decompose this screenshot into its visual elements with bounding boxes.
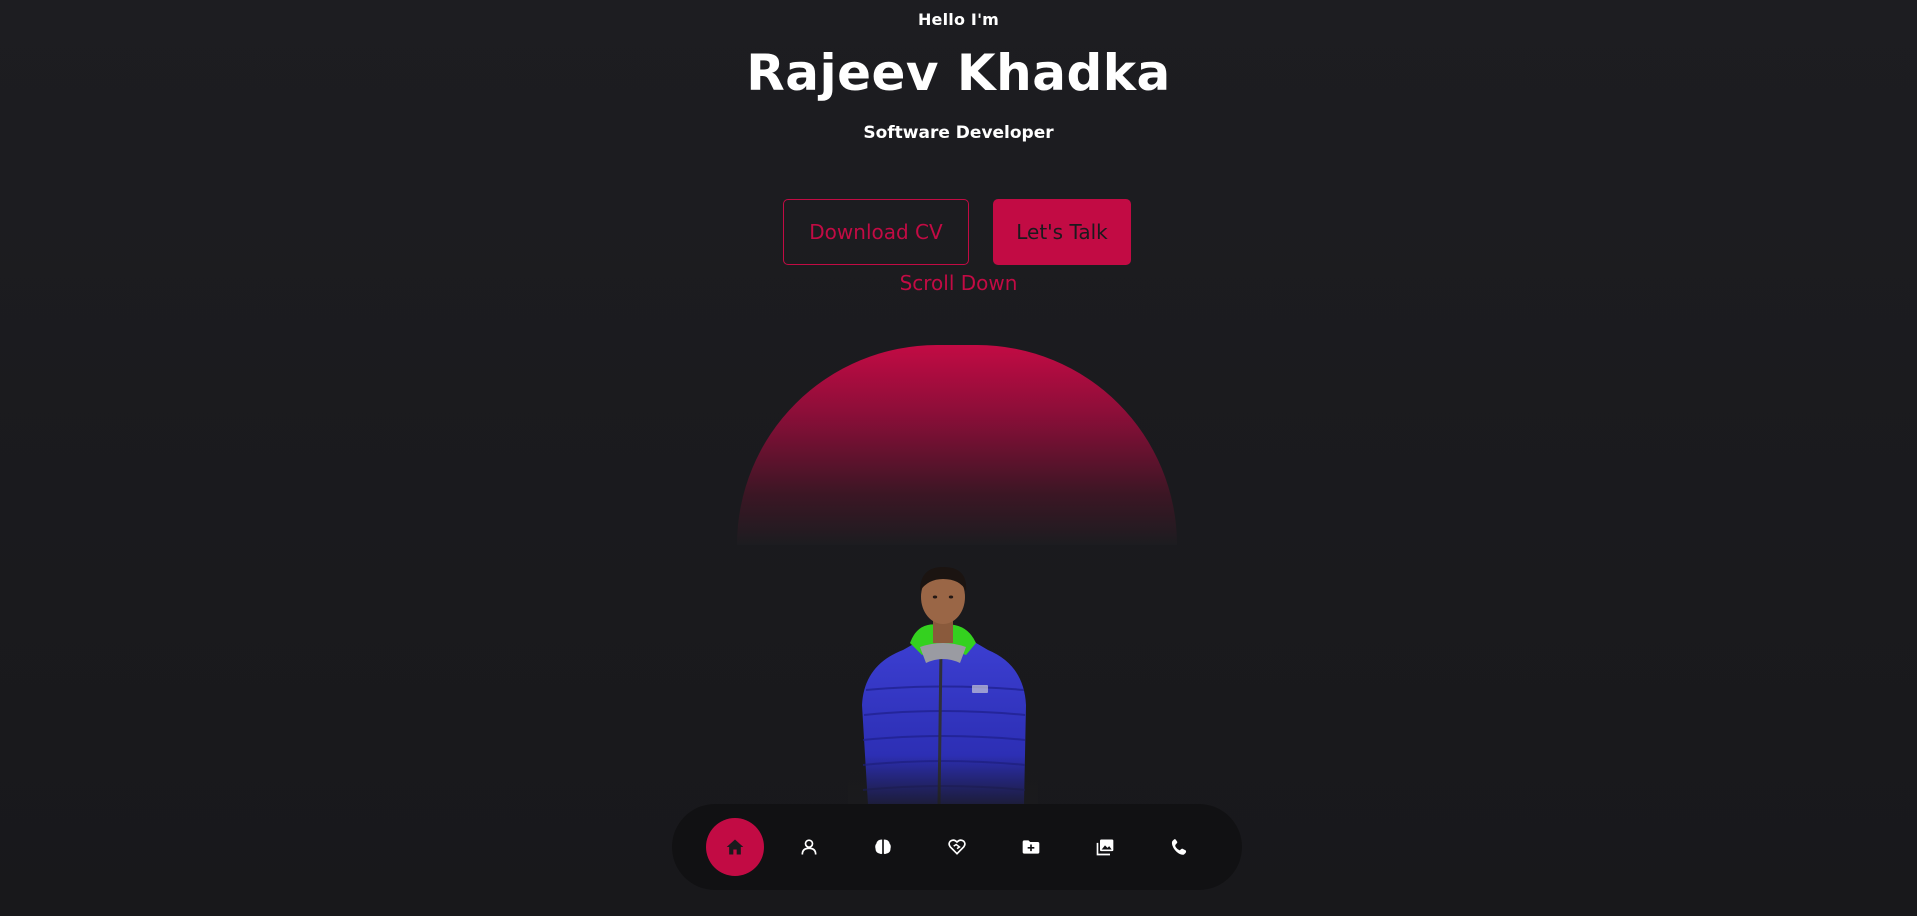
profile-photo xyxy=(848,555,1038,805)
scroll-down-link[interactable]: Scroll Down xyxy=(0,271,1917,295)
home-icon xyxy=(726,839,744,855)
bottom-nav xyxy=(672,804,1242,890)
brain-icon xyxy=(875,839,891,855)
hero-name: Rajeev Khadka xyxy=(746,44,1171,102)
page: Hello I'm Rajeev Khadka Software Develop… xyxy=(0,0,1917,916)
phone-icon xyxy=(1171,839,1187,855)
user-icon xyxy=(801,839,817,855)
handshake-icon xyxy=(948,839,966,855)
lets-talk-button[interactable]: Let's Talk xyxy=(993,199,1131,265)
download-cv-button[interactable]: Download CV xyxy=(783,199,969,265)
hero-gradient-arc xyxy=(737,345,1177,545)
nav-about[interactable] xyxy=(780,818,838,876)
images-icon xyxy=(1096,839,1114,856)
nav-contact[interactable] xyxy=(1150,818,1208,876)
nav-gallery[interactable] xyxy=(1076,818,1134,876)
folder-plus-icon xyxy=(1022,840,1040,854)
greeting-text: Hello I'm xyxy=(917,10,1000,29)
nav-home[interactable] xyxy=(706,818,764,876)
hero-role: Software Developer xyxy=(863,123,1054,143)
nav-projects[interactable] xyxy=(1002,818,1060,876)
nav-skills[interactable] xyxy=(854,818,912,876)
nav-services[interactable] xyxy=(928,818,986,876)
